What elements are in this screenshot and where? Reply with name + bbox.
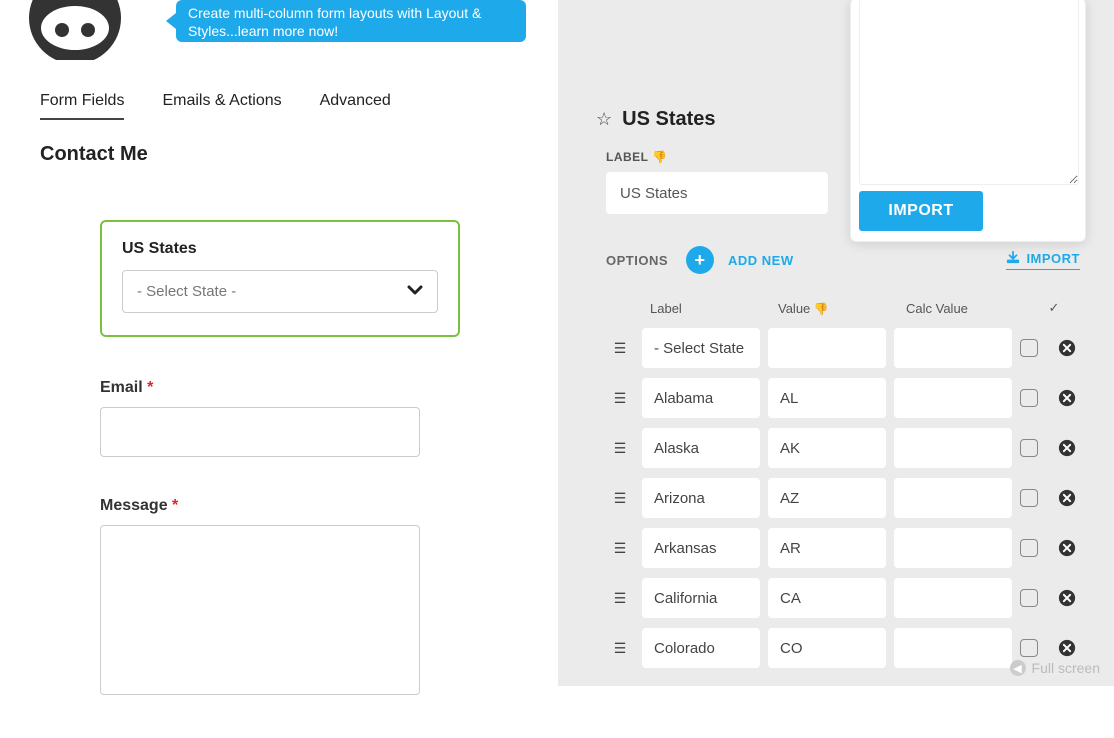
options-bar: OPTIONS + ADD NEW IMPORT	[606, 246, 1080, 275]
option-value-input[interactable]	[768, 478, 886, 518]
option-calc-input[interactable]	[894, 378, 1012, 418]
option-row: ☰	[606, 428, 1082, 468]
plus-icon: +	[695, 250, 706, 271]
field-label-input[interactable]	[606, 172, 828, 214]
options-caption: OPTIONS	[606, 253, 668, 268]
form-title: Contact Me	[40, 143, 148, 166]
delete-option-button[interactable]	[1054, 539, 1080, 557]
option-calc-input[interactable]	[894, 478, 1012, 518]
chevron-down-icon	[407, 282, 423, 302]
option-default-checkbox[interactable]	[1020, 489, 1038, 507]
message-textarea[interactable]	[100, 525, 420, 695]
settings-header: ☆ US States	[596, 108, 716, 131]
settings-title: US States	[622, 108, 715, 131]
label-caption: LABEL 👎	[606, 150, 668, 164]
import-link[interactable]: IMPORT	[1006, 250, 1080, 270]
field-label-message: Message *	[100, 497, 460, 515]
import-textarea[interactable]	[859, 0, 1079, 185]
us-states-select[interactable]: - Select State -	[122, 270, 438, 313]
import-button[interactable]: IMPORT	[859, 191, 983, 231]
form-builder-panel: Create multi-column form layouts with La…	[0, 0, 558, 686]
form-fields-list: US States - Select State - Email * Messa…	[100, 220, 460, 738]
option-value-input[interactable]	[768, 578, 886, 618]
option-value-input[interactable]	[768, 528, 886, 568]
delete-option-button[interactable]	[1054, 589, 1080, 607]
select-placeholder: - Select State -	[137, 283, 236, 300]
option-row: ☰	[606, 528, 1082, 568]
field-label-email: Email *	[100, 379, 460, 397]
option-calc-input[interactable]	[894, 428, 1012, 468]
option-row: ☰	[606, 578, 1082, 618]
option-value-input[interactable]	[768, 378, 886, 418]
thumbs-down-icon[interactable]: 👎	[652, 150, 667, 164]
option-calc-input[interactable]	[894, 628, 1012, 668]
option-label-input[interactable]	[642, 428, 760, 468]
tab-emails-actions[interactable]: Emails & Actions	[162, 92, 281, 120]
builder-tabs: Form Fields Emails & Actions Advanced	[40, 92, 391, 120]
col-default-check: ✓	[1034, 300, 1074, 316]
option-label-input[interactable]	[642, 328, 760, 368]
option-default-checkbox[interactable]	[1020, 539, 1038, 557]
option-label-input[interactable]	[642, 528, 760, 568]
ninja-logo	[20, 0, 130, 60]
import-icon	[1006, 250, 1020, 267]
required-mark: *	[172, 497, 178, 514]
options-table-header: Label Value 👎 Calc Value ✓	[650, 300, 1070, 316]
option-default-checkbox[interactable]	[1020, 389, 1038, 407]
option-value-input[interactable]	[768, 428, 886, 468]
option-label-input[interactable]	[642, 378, 760, 418]
drag-handle-icon[interactable]: ☰	[606, 540, 634, 557]
settings-label-row: LABEL 👎 R	[606, 150, 877, 164]
delete-option-button[interactable]	[1054, 439, 1080, 457]
option-calc-input[interactable]	[894, 328, 1012, 368]
drag-handle-icon[interactable]: ☰	[606, 390, 634, 407]
option-calc-input[interactable]	[894, 528, 1012, 568]
delete-option-button[interactable]	[1054, 639, 1080, 657]
field-email[interactable]: Email *	[100, 379, 460, 457]
field-message[interactable]: Message *	[100, 497, 460, 698]
delete-option-button[interactable]	[1054, 339, 1080, 357]
star-icon[interactable]: ☆	[596, 109, 612, 130]
col-value: Value 👎	[778, 301, 898, 316]
option-default-checkbox[interactable]	[1020, 589, 1038, 607]
option-row: ☰	[606, 378, 1082, 418]
option-row: ☰	[606, 628, 1082, 668]
option-label-input[interactable]	[642, 578, 760, 618]
add-new-link[interactable]: ADD NEW	[728, 253, 794, 268]
option-label-input[interactable]	[642, 628, 760, 668]
field-label-us-states: US States	[122, 240, 438, 258]
tab-advanced[interactable]: Advanced	[320, 92, 391, 120]
delete-option-button[interactable]	[1054, 389, 1080, 407]
option-row: ☰	[606, 328, 1082, 368]
field-us-states[interactable]: US States - Select State -	[100, 220, 460, 337]
delete-option-button[interactable]	[1054, 489, 1080, 507]
options-rows: ☰ ☰ ☰ ☰ ☰ ☰ ☰	[606, 328, 1082, 686]
tab-form-fields[interactable]: Form Fields	[40, 92, 124, 120]
drag-handle-icon[interactable]: ☰	[606, 490, 634, 507]
option-row: ☰	[606, 478, 1082, 518]
option-value-input[interactable]	[768, 328, 886, 368]
drag-handle-icon[interactable]: ☰	[606, 640, 634, 657]
promo-tooltip[interactable]: Create multi-column form layouts with La…	[176, 0, 526, 42]
drag-handle-icon[interactable]: ☰	[606, 340, 634, 357]
option-label-input[interactable]	[642, 478, 760, 518]
col-label: Label	[650, 301, 770, 316]
drag-handle-icon[interactable]: ☰	[606, 440, 634, 457]
option-default-checkbox[interactable]	[1020, 439, 1038, 457]
col-calc: Calc Value	[906, 301, 1026, 316]
option-default-checkbox[interactable]	[1020, 339, 1038, 357]
required-mark: *	[147, 379, 153, 396]
option-default-checkbox[interactable]	[1020, 639, 1038, 657]
thumbs-down-icon[interactable]: 👎	[814, 302, 829, 316]
option-calc-input[interactable]	[894, 578, 1012, 618]
option-value-input[interactable]	[768, 628, 886, 668]
drag-handle-icon[interactable]: ☰	[606, 590, 634, 607]
promo-arrow	[166, 13, 176, 29]
add-option-button[interactable]: +	[686, 246, 714, 274]
field-settings-panel: ☆ US States LABEL 👎 R IMPORT OPTIONS + A…	[558, 0, 1114, 686]
import-popover: IMPORT	[850, 0, 1086, 242]
promo-text: Create multi-column form layouts with La…	[188, 5, 481, 39]
email-input[interactable]	[100, 407, 420, 457]
